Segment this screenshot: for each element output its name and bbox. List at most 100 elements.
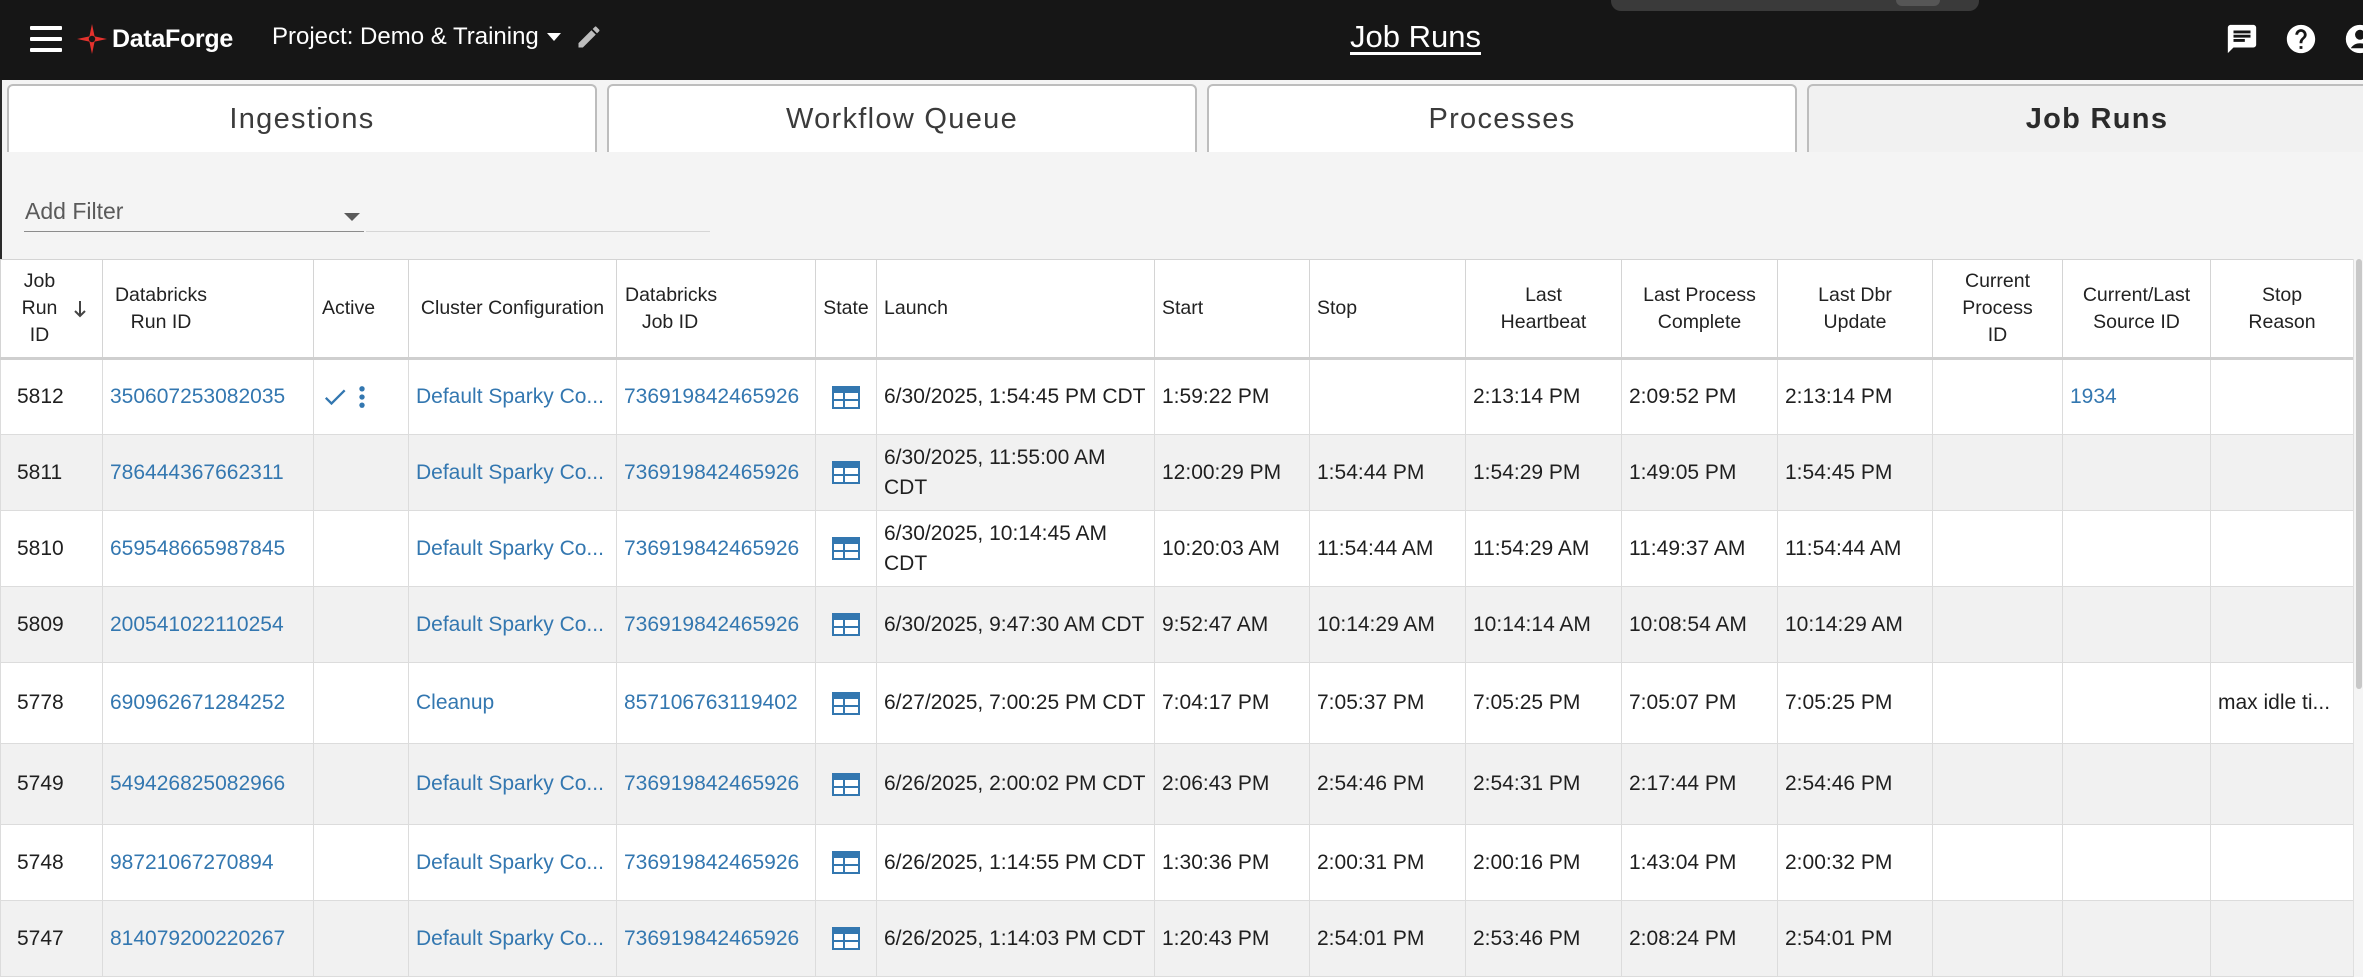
table-row[interactable]: 5810 659548665987845 Default Sparky Co... 7…	[0, 510, 2354, 587]
sort-descending-icon[interactable]	[72, 299, 88, 319]
cell-state[interactable]	[815, 586, 877, 663]
chat-icon[interactable]	[2225, 22, 2259, 56]
cell-cluster-configuration-link[interactable]: Default Sparky Co...	[416, 772, 604, 795]
cell-databricks-run-id-link[interactable]: 200541022110254	[110, 613, 284, 636]
cell-current-last-source-id: 1934	[2062, 358, 2211, 435]
cell-databricks-run-id: 659548665987845	[102, 510, 314, 587]
table-row[interactable]: 5749 549426825082966 Default Sparky Co... 7…	[0, 743, 2354, 825]
cell-databricks-job-id-link[interactable]: 736919842465926	[624, 461, 799, 484]
cell-databricks-job-id-link[interactable]: 736919842465926	[624, 537, 799, 560]
cell-current-process-id	[1932, 743, 2063, 825]
cell-job-run-id: 5778	[0, 662, 103, 744]
cell-state[interactable]	[815, 900, 877, 977]
tab-workflow-queue[interactable]: Workflow Queue	[607, 84, 1197, 152]
column-header-stop-reason[interactable]: Stop Reason	[2210, 259, 2354, 360]
column-header-state[interactable]: State	[815, 259, 877, 360]
table-row[interactable]: 5747 814079200220267 Default Sparky Co... 7…	[0, 900, 2354, 977]
kebab-menu-icon[interactable]	[357, 383, 367, 411]
cell-job-run-id: 5749	[0, 743, 103, 825]
cell-databricks-job-id-link[interactable]: 736919842465926	[624, 927, 799, 950]
table-row[interactable]: 5809 200541022110254 Default Sparky Co... 7…	[0, 586, 2354, 663]
cell-last-dbr-update: 2:54:46 PM	[1777, 743, 1933, 825]
cell-databricks-job-id-link[interactable]: 736919842465926	[624, 613, 799, 636]
cell-databricks-run-id-link[interactable]: 98721067270894	[110, 851, 274, 874]
active-check-icon	[324, 389, 346, 406]
table-icon[interactable]	[832, 691, 860, 715]
cell-state[interactable]	[815, 743, 877, 825]
cell-last-heartbeat: 2:13:14 PM	[1465, 358, 1622, 435]
cell-databricks-run-id-link[interactable]: 814079200220267	[110, 927, 285, 950]
column-header-active[interactable]: Active	[313, 259, 409, 360]
cell-state[interactable]	[815, 824, 877, 901]
table-icon[interactable]	[832, 385, 860, 409]
column-header-job-run-id[interactable]: Job Run ID	[0, 259, 103, 360]
cell-current-last-source-id	[2062, 434, 2211, 511]
cell-last-dbr-update: 11:54:44 AM	[1777, 510, 1933, 587]
column-header-cluster-configuration[interactable]: Cluster Configuration	[408, 259, 617, 360]
column-header-launch[interactable]: Launch	[876, 259, 1155, 360]
tab-job-runs[interactable]: Job Runs	[1807, 84, 2363, 152]
cell-databricks-run-id-link[interactable]: 549426825082966	[110, 772, 285, 795]
column-header-stop[interactable]: Stop	[1309, 259, 1466, 360]
table-icon[interactable]	[832, 851, 860, 874]
cell-stop-reason	[2210, 586, 2354, 663]
cell-databricks-run-id: 690962671284252	[102, 662, 314, 744]
column-header-start[interactable]: Start	[1154, 259, 1310, 360]
column-header-last-heartbeat[interactable]: Last Heartbeat	[1465, 259, 1622, 360]
table-icon[interactable]	[832, 927, 860, 950]
help-icon[interactable]	[2284, 22, 2318, 56]
add-filter-select[interactable]: Add Filter	[24, 193, 364, 232]
column-header-last-process-complete[interactable]: Last Process Complete	[1621, 259, 1778, 360]
cell-cluster-configuration-link[interactable]: Default Sparky Co...	[416, 613, 604, 636]
cell-databricks-job-id-link[interactable]: 736919842465926	[624, 772, 799, 795]
cell-last-heartbeat: 11:54:29 AM	[1465, 510, 1622, 587]
cell-databricks-run-id-link[interactable]: 350607253082035	[110, 385, 285, 408]
cell-databricks-job-id: 736919842465926	[616, 900, 816, 977]
cell-databricks-job-id-link[interactable]: 857106763119402	[624, 691, 798, 714]
cell-cluster-configuration-link[interactable]: Cleanup	[416, 691, 494, 714]
cell-state[interactable]	[815, 662, 877, 744]
column-header-databricks-run-id[interactable]: Databricks Run ID	[102, 259, 314, 360]
cell-current-last-source-id-link[interactable]: 1934	[2070, 385, 2117, 408]
table-row[interactable]: 5811 786444367662311 Default Sparky Co... 7…	[0, 434, 2354, 511]
table-icon[interactable]	[832, 613, 860, 636]
cell-databricks-job-id-link[interactable]: 736919842465926	[624, 385, 799, 408]
cell-current-process-id	[1932, 510, 2063, 587]
cell-stop-reason: max idle ti...	[2210, 662, 2354, 744]
page-title[interactable]: Job Runs	[0, 19, 2363, 55]
cell-cluster-configuration-link[interactable]: Default Sparky Co...	[416, 851, 604, 874]
table-row[interactable]: 5748 98721067270894 Default Sparky Co... 73…	[0, 824, 2354, 901]
cell-databricks-run-id-link[interactable]: 690962671284252	[110, 691, 285, 714]
column-header-last-dbr-update[interactable]: Last Dbr Update	[1777, 259, 1933, 360]
cell-databricks-job-id-link[interactable]: 736919842465926	[624, 851, 799, 874]
cell-state[interactable]	[815, 510, 877, 587]
column-header-databricks-job-id[interactable]: Databricks Job ID	[616, 259, 816, 360]
column-header-current-last-source-id[interactable]: Current/Last Source ID	[2062, 259, 2211, 360]
cell-stop: 2:54:01 PM	[1309, 900, 1466, 977]
cell-cluster-configuration-link[interactable]: Default Sparky Co...	[416, 385, 604, 408]
cell-current-last-source-id	[2062, 662, 2211, 744]
account-icon[interactable]	[2343, 22, 2363, 56]
vertical-scrollbar[interactable]	[2353, 259, 2363, 970]
table-icon[interactable]	[832, 537, 860, 560]
cell-active	[313, 510, 409, 587]
tab-processes[interactable]: Processes	[1207, 84, 1797, 152]
table-row[interactable]: 5812 350607253082035 Default Sparky Co... 7…	[0, 358, 2354, 435]
cell-cluster-configuration-link[interactable]: Default Sparky Co...	[416, 461, 604, 484]
column-header-current-process-id[interactable]: Current Process ID	[1932, 259, 2063, 360]
cell-state[interactable]	[815, 434, 877, 511]
table-icon[interactable]	[832, 772, 860, 796]
cell-cluster-configuration-link[interactable]: Default Sparky Co...	[416, 537, 604, 560]
scrollbar-thumb[interactable]	[2356, 259, 2362, 689]
tab-ingestions[interactable]: Ingestions	[7, 84, 597, 152]
cell-databricks-run-id-link[interactable]: 786444367662311	[110, 461, 284, 484]
cell-state[interactable]	[815, 358, 877, 435]
cell-start: 1:59:22 PM	[1154, 358, 1310, 435]
cell-stop-reason	[2210, 510, 2354, 587]
cell-last-process-complete: 7:05:07 PM	[1621, 662, 1778, 744]
cell-databricks-run-id-link[interactable]: 659548665987845	[110, 537, 285, 560]
cell-cluster-configuration-link[interactable]: Default Sparky Co...	[416, 927, 604, 950]
table-icon[interactable]	[832, 461, 860, 484]
table-row[interactable]: 5778 690962671284252 Cleanup 85710676311940…	[0, 662, 2354, 744]
cell-stop-reason	[2210, 824, 2354, 901]
